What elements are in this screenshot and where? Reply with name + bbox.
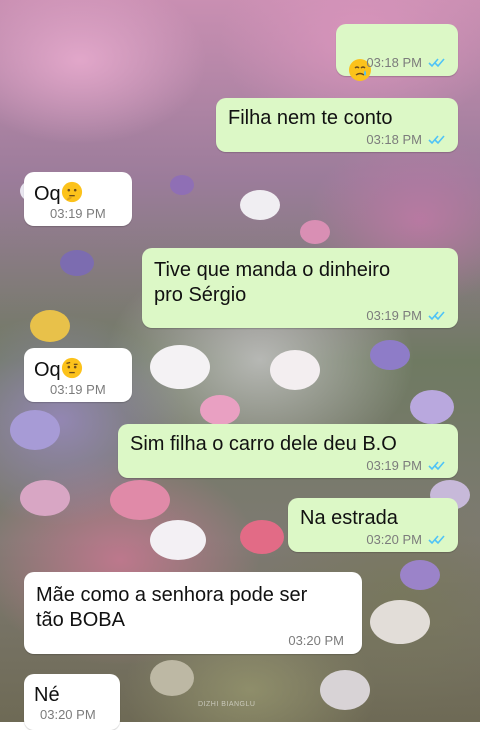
wallpaper-flower xyxy=(240,190,280,220)
wallpaper-flower xyxy=(60,250,94,276)
message-text: Filha nem te conto xyxy=(228,107,393,129)
message-meta: 03:20 PM xyxy=(288,633,344,648)
message-text: Tive que manda o dinheiro pro Sérgio xyxy=(154,259,391,306)
message-time: 03:20 PM xyxy=(288,633,344,648)
wallpaper-flower xyxy=(370,340,410,370)
message-meta: 03:20 PM xyxy=(366,532,446,547)
face-with-raised-eyebrow-emoji xyxy=(61,357,82,379)
message-meta: 03:19 PM xyxy=(50,206,106,221)
read-ticks-icon xyxy=(428,135,445,145)
message-meta: 03:18 PM xyxy=(366,132,446,147)
wallpaper-flower xyxy=(170,175,194,195)
message-meta: 03:19 PM xyxy=(366,458,446,473)
read-ticks-icon xyxy=(428,58,445,68)
wallpaper-flower xyxy=(370,600,430,644)
message-meta: 03:19 PM xyxy=(50,382,106,397)
wallpaper-flower xyxy=(110,480,170,520)
message-content: Oq xyxy=(34,181,83,207)
message-text: Oq xyxy=(34,359,61,381)
message-content: Oq xyxy=(34,357,83,383)
read-ticks-icon xyxy=(428,311,445,321)
message-text: Sim filha o carro dele deu B.O xyxy=(130,433,397,455)
wallpaper-flower xyxy=(270,350,320,390)
incoming-message-bubble[interactable]: Oq 03:19 PM xyxy=(24,348,132,402)
message-time: 03:19 PM xyxy=(366,308,422,323)
wallpaper-watermark: DIZHI BIANGLU xyxy=(198,701,256,708)
wallpaper-flower xyxy=(150,345,210,389)
wallpaper-flower xyxy=(150,660,194,696)
message-text: Né xyxy=(34,684,60,706)
outgoing-message-bubble[interactable]: 03:18 PM xyxy=(336,24,458,81)
outgoing-message-bubble[interactable]: Tive que manda o dinheiro pro Sérgio 03:… xyxy=(142,248,458,328)
wallpaper-flower xyxy=(200,395,240,425)
message-time: 03:19 PM xyxy=(366,458,422,473)
message-time: 03:20 PM xyxy=(366,532,422,547)
wallpaper-flower xyxy=(240,520,284,554)
outgoing-message-bubble[interactable]: Na estrada 03:20 PM xyxy=(288,498,458,552)
message-time: 03:18 PM xyxy=(366,132,422,147)
wallpaper-flower xyxy=(20,480,70,516)
message-time: 03:19 PM xyxy=(50,206,106,221)
thinking-face-emoji xyxy=(61,181,82,203)
incoming-message-bubble[interactable]: Mãe como a senhora pode ser tão BOBA 03:… xyxy=(24,572,362,654)
wallpaper-flower xyxy=(10,410,60,450)
message-meta: 03:18 PM xyxy=(366,55,446,70)
read-ticks-icon xyxy=(428,461,445,471)
outgoing-message-bubble[interactable]: Sim filha o carro dele deu B.O 03:19 PM xyxy=(118,424,458,478)
message-text: Mãe como a senhora pode ser tão BOBA xyxy=(36,584,308,631)
wallpaper-flower xyxy=(300,220,330,244)
outgoing-message-bubble[interactable]: Filha nem te conto 03:18 PM xyxy=(216,98,458,152)
read-ticks-icon xyxy=(428,535,445,545)
message-text: Na estrada xyxy=(300,507,398,529)
message-meta: 03:20 PM xyxy=(40,707,96,722)
message-time: 03:20 PM xyxy=(40,707,96,722)
message-time: 03:18 PM xyxy=(366,55,422,70)
wallpaper-flower xyxy=(410,390,454,424)
message-text: Oq xyxy=(34,183,61,205)
incoming-message-bubble[interactable]: Oq 03:19 PM xyxy=(24,172,132,226)
wallpaper-flower xyxy=(400,560,440,590)
message-time: 03:19 PM xyxy=(50,382,106,397)
message-meta: 03:19 PM xyxy=(366,308,446,323)
wallpaper-flower xyxy=(30,310,70,342)
wallpaper-flower xyxy=(150,520,206,560)
wallpaper-flower xyxy=(320,670,370,710)
